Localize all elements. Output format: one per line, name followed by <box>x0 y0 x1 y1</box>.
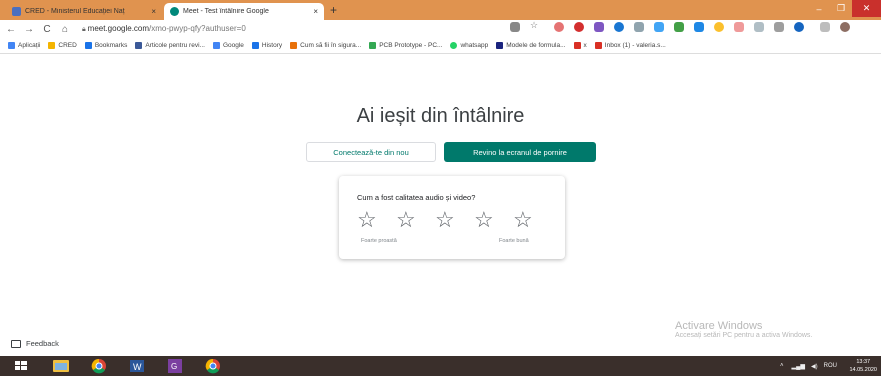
new-tab-button[interactable]: + <box>330 3 337 17</box>
rejoin-button[interactable]: Conectează-te din nou <box>306 142 436 162</box>
star-4-icon[interactable]: ☆ <box>474 209 513 231</box>
forward-button[interactable]: → <box>22 24 36 35</box>
gmail-icon <box>594 42 602 49</box>
bookmark-item[interactable]: Cum să fii în sigura... <box>290 42 361 49</box>
extension-icon[interactable] <box>774 22 784 32</box>
rating-high-label: Foarte bună <box>499 238 529 244</box>
extension-icon[interactable] <box>714 22 724 32</box>
extension-icon[interactable] <box>754 22 764 32</box>
extension-icon[interactable] <box>674 22 684 32</box>
tab-strip: CRED - Ministerul Educației Naț × Meet -… <box>0 0 881 20</box>
page-title: Ai ieșit din întâlnire <box>356 105 525 127</box>
avatar[interactable] <box>840 22 850 32</box>
apps-grid-icon <box>8 42 15 49</box>
volume-icon[interactable]: ◀) <box>811 363 818 370</box>
bookmark-item[interactable]: x <box>573 42 587 49</box>
gmail-icon <box>573 42 581 49</box>
bookmark-item[interactable]: whatsapp <box>450 42 488 49</box>
shield-icon <box>290 42 298 49</box>
bookmark-item[interactable]: Inbox (1) - valeria.s... <box>594 42 666 49</box>
cast-icon[interactable] <box>820 22 830 32</box>
reload-button[interactable]: C <box>40 24 54 35</box>
bookmark-star-icon[interactable]: ☆ <box>530 20 540 30</box>
svg-text:W: W <box>133 362 142 372</box>
extension-icon[interactable] <box>614 22 624 32</box>
camera-icon[interactable] <box>510 22 520 32</box>
bookmark-item[interactable]: Articole pentru revi... <box>135 42 205 49</box>
star-2-icon[interactable]: ☆ <box>396 209 435 231</box>
star-3-icon[interactable]: ☆ <box>435 209 474 231</box>
chrome-icon[interactable] <box>198 357 228 375</box>
bookmark-apps[interactable]: Aplicații <box>8 42 40 49</box>
pdf-icon[interactable]: G <box>160 357 190 375</box>
minimize-button[interactable]: – <box>808 0 830 17</box>
chrome-icon[interactable] <box>84 357 114 375</box>
tab-title: CRED - Ministerul Educației Naț <box>25 8 125 15</box>
windows-taskbar: W G ˄ ▂▄▆ ◀) ROU 13:37 14.05.2020 <box>0 356 881 376</box>
folder-icon <box>48 42 56 49</box>
tab-title: Meet - Test întâlnire Google <box>183 8 269 15</box>
close-tab-icon[interactable]: × <box>313 7 318 16</box>
opera-icon[interactable] <box>574 22 584 32</box>
star-icon <box>84 42 92 49</box>
star-1-icon[interactable]: ☆ <box>357 209 396 231</box>
browser-toolbar: ← → C ⌂ 🔒︎ meet.google.com/xmo-pwyp-qfy?… <box>0 20 881 38</box>
rating-card: Cum a fost calitatea audio și video? ☆ ☆… <box>339 176 565 259</box>
history-icon <box>251 42 259 49</box>
bookmarks-bar: Aplicații CRED Bookmarks Articole pentru… <box>0 38 881 54</box>
bookmark-item[interactable]: CRED <box>48 42 77 49</box>
maximize-button[interactable]: ❐ <box>830 0 852 17</box>
extension-icon[interactable] <box>794 22 804 32</box>
start-button[interactable] <box>6 357 36 375</box>
close-tab-icon[interactable]: × <box>151 7 156 16</box>
extension-icon[interactable] <box>694 22 704 32</box>
document-icon <box>496 42 504 49</box>
close-window-button[interactable]: ✕ <box>852 0 881 17</box>
back-button[interactable]: ← <box>4 24 18 35</box>
clock[interactable]: 13:37 14.05.2020 <box>849 358 877 374</box>
star-rating: ☆ ☆ ☆ ☆ ☆ <box>357 209 552 231</box>
return-home-button[interactable]: Revino la ecranul de pornire <box>444 142 596 162</box>
pcb-icon <box>369 42 377 49</box>
rating-question: Cum a fost calitatea audio și video? <box>357 193 476 202</box>
network-icon[interactable]: ▂▄▆ <box>792 363 805 370</box>
whatsapp-icon <box>450 42 458 49</box>
tab-cred[interactable]: CRED - Ministerul Educației Naț × <box>6 3 162 20</box>
chevron-up-icon[interactable]: ˄ <box>780 363 784 369</box>
extension-icon[interactable] <box>634 22 644 32</box>
book-icon <box>135 42 143 49</box>
language-indicator[interactable]: ROU <box>824 363 837 369</box>
meet-favicon-icon <box>170 7 179 16</box>
home-button[interactable]: ⌂ <box>58 24 72 35</box>
bookmark-item[interactable]: PCB Prototype - PC... <box>369 42 442 49</box>
svg-text:G: G <box>171 362 177 371</box>
extension-icon[interactable] <box>594 22 604 32</box>
windows-logo-icon <box>15 361 27 370</box>
file-explorer-icon[interactable] <box>46 357 76 375</box>
windows-activation-watermark: Activare Windows Accesați setări PC pent… <box>675 320 813 339</box>
bookmark-item[interactable]: Google <box>212 42 244 49</box>
rating-low-label: Foarte proastă <box>361 238 397 244</box>
bookmark-item[interactable]: History <box>251 42 282 49</box>
star-5-icon[interactable]: ☆ <box>513 209 552 231</box>
bookmark-item[interactable]: Modele de formula... <box>496 42 566 49</box>
cred-favicon-icon <box>12 7 21 16</box>
address-bar[interactable]: 🔒︎ meet.google.com/xmo-pwyp-qfy?authuser… <box>82 24 246 34</box>
google-icon <box>212 42 220 49</box>
meet-left-page: Ai ieșit din întâlnire Conectează-te din… <box>0 55 881 356</box>
extension-icon[interactable] <box>554 22 564 32</box>
bookmark-item[interactable]: Bookmarks <box>84 42 127 49</box>
tab-meet[interactable]: Meet - Test întâlnire Google × <box>164 3 324 20</box>
extension-icon[interactable] <box>654 22 664 32</box>
feedback-button[interactable]: Feedback <box>11 339 59 348</box>
system-tray: ˄ ▂▄▆ ◀) ROU <box>780 356 837 376</box>
feedback-icon <box>11 339 21 348</box>
word-icon[interactable]: W <box>122 357 152 375</box>
extension-icon[interactable] <box>734 22 744 32</box>
